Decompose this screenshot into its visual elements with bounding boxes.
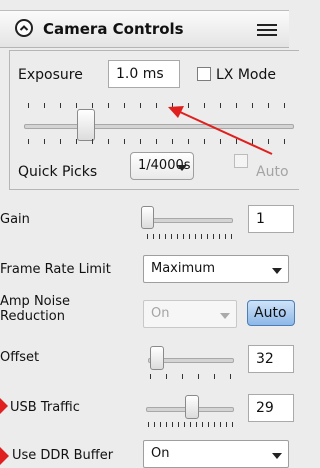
annotation-arrows [0,106,273,465]
annotation-arrow-ddr [0,447,9,465]
annotation-arrow-exposure [168,106,273,155]
annotation-arrow-usb [0,398,8,414]
